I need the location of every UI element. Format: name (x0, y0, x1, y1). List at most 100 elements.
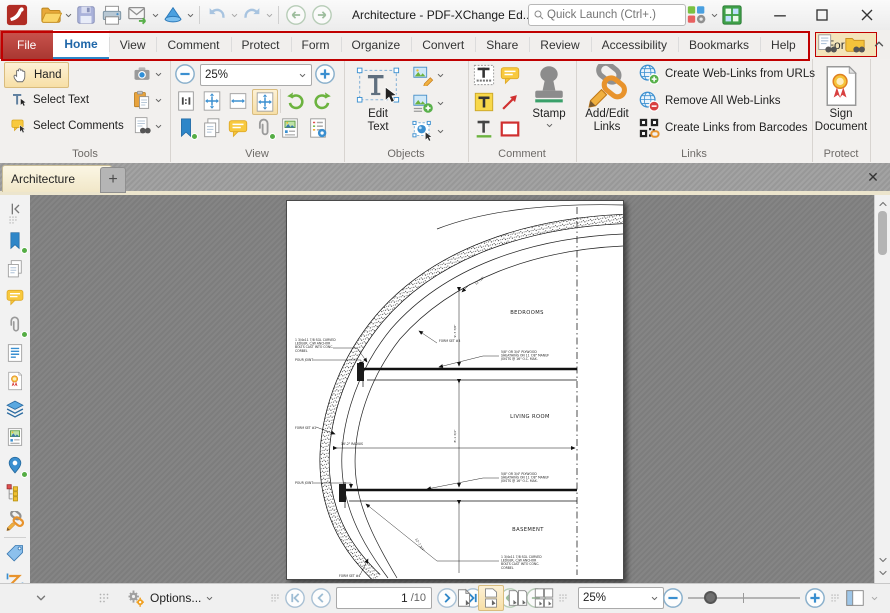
chevron-down-icon[interactable] (436, 71, 445, 80)
vertical-scrollbar[interactable] (874, 195, 890, 583)
attachments-pane-button[interactable] (252, 116, 276, 140)
highlight-tool-button[interactable] (472, 90, 496, 114)
zoom-level-combo[interactable]: 25% (200, 64, 312, 86)
email-button[interactable] (125, 3, 151, 27)
maximize-button[interactable] (805, 0, 839, 29)
slider-thumb[interactable] (704, 591, 717, 604)
fit-page-button[interactable] (200, 89, 224, 113)
open-button[interactable] (38, 3, 64, 27)
rotate-ccw-button[interactable] (284, 89, 308, 113)
properties-pane-button[interactable] (306, 116, 330, 140)
comments-pane-button[interactable] (226, 116, 250, 140)
minimize-button[interactable] (763, 0, 797, 29)
customize-ui-button[interactable] (684, 3, 710, 27)
new-document-tab-button[interactable]: + (100, 167, 126, 193)
zoom-out-button[interactable] (174, 63, 196, 85)
zoom-slider[interactable] (688, 587, 800, 609)
quick-launch-box[interactable] (528, 4, 686, 26)
options-button[interactable]: Options... (126, 587, 214, 609)
tab-accessibility[interactable]: Accessibility (591, 30, 678, 59)
sidebar-links-button[interactable] (5, 511, 25, 531)
grip-icon[interactable] (270, 591, 280, 605)
two-page-layout-button[interactable] (506, 586, 530, 610)
sidebar-destinations-button[interactable] (5, 455, 25, 475)
page-number-field[interactable]: 1 /10 (336, 587, 432, 609)
zoom-out-status-button[interactable] (662, 587, 684, 609)
collapse-ribbon-button[interactable] (872, 37, 886, 51)
chevron-down-icon[interactable] (710, 11, 719, 20)
add-edit-links-button[interactable]: Add/Edit Links (580, 61, 634, 134)
tab-comment[interactable]: Comment (156, 30, 230, 59)
sidebar-grip[interactable] (5, 215, 25, 225)
underline-tool-button[interactable] (472, 117, 496, 141)
sidebar-content-button[interactable] (5, 427, 25, 447)
chevron-down-icon[interactable] (154, 122, 163, 131)
chevron-down-icon[interactable] (265, 11, 274, 20)
scroll-up-button[interactable] (876, 197, 889, 210)
save-button[interactable] (73, 3, 99, 27)
close-pane-button[interactable]: ✕ (860, 165, 886, 189)
sidebar-signatures-button[interactable] (5, 371, 25, 391)
arrow-tool-button[interactable] (498, 90, 522, 114)
chevron-down-icon[interactable] (436, 127, 445, 136)
tab-help[interactable]: Help (760, 30, 807, 59)
select-text-button[interactable]: Select Text (4, 88, 95, 112)
sign-document-button[interactable]: Sign Document (814, 61, 868, 134)
statusbar-grip[interactable] (98, 587, 110, 609)
history-back-button[interactable] (283, 3, 309, 27)
scroll-down-button[interactable] (876, 553, 889, 566)
pdf-page[interactable]: 16'-2" RADIUS BEDROOMS LIVING ROOM (286, 200, 624, 580)
chevron-down-icon[interactable] (230, 11, 239, 20)
tab-bookmarks[interactable]: Bookmarks (678, 30, 760, 59)
create-barcode-links-button[interactable]: Create Links from Barcodes (638, 116, 808, 140)
sidebar-structure-button[interactable] (5, 483, 25, 503)
print-button[interactable] (99, 3, 125, 27)
chevron-down-icon[interactable] (154, 96, 163, 105)
tab-view[interactable]: View (109, 30, 157, 59)
grip-icon[interactable] (558, 591, 568, 605)
grip-icon[interactable] (830, 591, 840, 605)
zoom-in-button[interactable] (314, 63, 336, 85)
first-page-button[interactable] (284, 587, 306, 609)
sidebar-fields-button[interactable] (5, 343, 25, 363)
pane-layout-button[interactable] (844, 587, 866, 609)
chevron-down-icon[interactable] (436, 99, 445, 108)
select-comments-button[interactable]: Select Comments (4, 114, 130, 138)
select-objects-button[interactable] (412, 120, 445, 142)
edit-text-button[interactable]: Edit Text (350, 61, 406, 134)
document-tab-architecture[interactable]: Architecture ✕ (2, 165, 112, 192)
two-page-continuous-layout-button[interactable] (532, 586, 556, 610)
previous-page-button[interactable] (310, 587, 332, 609)
chevron-down-icon[interactable] (186, 11, 195, 20)
single-page-layout-button[interactable] (452, 586, 476, 610)
redo-button[interactable] (239, 3, 265, 27)
add-content-button[interactable] (412, 92, 445, 114)
rotate-cw-button[interactable] (310, 89, 334, 113)
tab-home[interactable]: Home (53, 30, 108, 59)
paste-button[interactable] (132, 90, 163, 110)
stamp-button[interactable]: Stamp (526, 61, 572, 130)
scrollbar-thumb[interactable] (878, 211, 887, 255)
typewriter-tool-button[interactable] (472, 63, 496, 87)
bookmarks-pane-button[interactable] (174, 116, 198, 140)
tab-review[interactable]: Review (529, 30, 590, 59)
sidebar-tags-button[interactable] (5, 543, 25, 563)
tab-organize[interactable]: Organize (341, 30, 412, 59)
find-tool-button[interactable] (132, 116, 163, 136)
document-canvas[interactable]: 16'-2" RADIUS BEDROOMS LIVING ROOM (30, 195, 875, 583)
statusbar-zoom-combo[interactable]: 25% (578, 587, 664, 609)
snapshot-button[interactable] (132, 64, 163, 84)
thumbnails-pane-button[interactable] (200, 116, 224, 140)
session-button[interactable] (719, 3, 745, 27)
tab-convert[interactable]: Convert (411, 30, 475, 59)
app-logo-icon[interactable] (4, 3, 30, 27)
search-button[interactable] (844, 33, 866, 55)
rectangle-tool-button[interactable] (498, 117, 522, 141)
continuous-layout-button[interactable] (478, 585, 504, 611)
history-forward-button[interactable] (309, 3, 335, 27)
content-pane-button[interactable] (278, 116, 302, 140)
statusbar-collapse[interactable] (34, 587, 48, 609)
sidebar-thumbnails-button[interactable] (5, 259, 25, 279)
find-button[interactable] (816, 33, 838, 55)
chevron-down-icon[interactable] (64, 11, 73, 20)
